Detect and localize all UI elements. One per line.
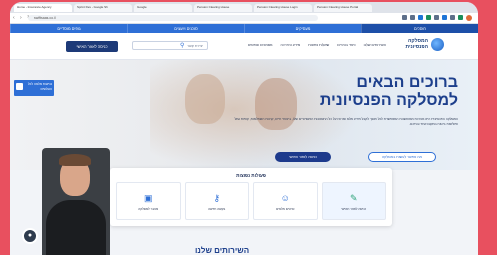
accessibility-badge[interactable]: נגישות מלאה לכל הגולשים: [14, 80, 54, 96]
chat-icon[interactable]: ●: [22, 228, 38, 244]
search-icon[interactable]: ⚲: [180, 42, 184, 49]
quick-action-label: כניסה לאזור האישי: [341, 207, 367, 211]
quick-actions-title: פעולות נפוצות: [236, 173, 266, 178]
quick-action-card[interactable]: ▣ מעבר למסלקה: [116, 182, 181, 220]
presenter-hair: [59, 154, 91, 166]
accessibility-badge-label: נגישות מלאה לכל הגולשים: [27, 82, 52, 91]
quick-action-card[interactable]: ✎ כניסה לאזור האישי: [321, 182, 386, 220]
browser-tab[interactable]: Pension Clearing House: [194, 3, 252, 12]
main-menu: השירותים שלנו כיצד בוחרים שאלות נפוצות מ…: [248, 43, 386, 47]
menu-item-info[interactable]: מידע והדרכה: [281, 43, 301, 47]
hero-primary-button[interactable]: כניסה לאזור האישי: [275, 152, 331, 162]
quick-action-label: בקשה חדשה: [208, 207, 226, 211]
logo-text: המסלקה הפנסיונית: [405, 38, 428, 50]
browser-tab[interactable]: Google: [134, 3, 192, 12]
category-tab-agents[interactable]: סוכנים ויועצים: [127, 24, 244, 33]
person-icon: ☺: [280, 193, 290, 203]
menu-item-how-to-choose[interactable]: כיצד בוחרים: [337, 43, 355, 47]
hero-secondary-button[interactable]: מה אפשר לעשות במסלקה: [368, 152, 436, 162]
extension-icon[interactable]: [410, 15, 415, 20]
extension-icon[interactable]: [458, 15, 463, 20]
quick-actions-list: ✎ כניסה לאזור האישי ☺ פרטים מלאים ⚷ בקשה…: [116, 182, 386, 220]
category-tab-savers[interactable]: חוסכים: [361, 24, 478, 33]
hero-title: ברוכים הבאים: [356, 74, 458, 91]
presenter-video-overlay: [42, 148, 110, 255]
browser-tab[interactable]: Pension Clearing House Portal: [314, 3, 372, 12]
quick-action-label: מעבר למסלקה: [138, 207, 159, 211]
category-tab-institutions[interactable]: גופים מוסדיים: [10, 24, 127, 33]
logo-mark-icon: [431, 38, 444, 51]
extension-icon[interactable]: [450, 15, 455, 20]
hero-title: למסלקה הפנסיונית: [319, 92, 458, 109]
audience-category-bar: חוסכים מעסיקים סוכנים ויועצים גופים מוסד…: [10, 24, 478, 33]
quick-action-label: פרטים מלאים: [276, 207, 295, 211]
menu-item-forms[interactable]: מסמכים וטפסים: [248, 43, 273, 47]
key-icon: ⚷: [213, 193, 221, 203]
address-bar-row: ‹ › ↻ swiftsaas.co.il: [10, 13, 478, 24]
browser-tab[interactable]: Home - Insurance Agency: [14, 3, 72, 12]
category-tab-employers[interactable]: מעסיקים: [244, 24, 361, 33]
section-title: השירותים שלנו: [195, 246, 250, 255]
extension-icon[interactable]: [434, 15, 439, 20]
profile-avatar-icon[interactable]: [466, 15, 472, 21]
extension-icon[interactable]: [426, 15, 431, 20]
extension-icon[interactable]: [442, 15, 447, 20]
quick-action-card[interactable]: ⚷ בקשה חדשה: [184, 182, 249, 220]
presenter-shirt: [46, 200, 106, 255]
menu-item-faq[interactable]: שאלות נפוצות: [308, 43, 329, 47]
hero-description: המסלקה הפנסיונית היא מערכת ממוחשבת המאפש…: [234, 117, 458, 126]
quick-action-card[interactable]: ☺ פרטים מלאים: [253, 182, 318, 220]
document-check-icon: ✎: [349, 193, 358, 203]
search-input[interactable]: יצירת קשר: [132, 41, 208, 50]
quick-actions-panel: פעולות נפוצות ✎ כניסה לאזור האישי ☺ פרטי…: [110, 168, 392, 226]
url-field[interactable]: swiftsaas.co.il: [28, 15, 318, 21]
site-logo[interactable]: המסלקה הפנסיונית: [406, 38, 444, 51]
browser-tab-strip: Home - Insurance Agency Sprint Dev - Goo…: [10, 2, 478, 13]
extensions-toolbar: [402, 15, 472, 21]
browser-tab[interactable]: Pension Clearing House Login: [254, 3, 312, 12]
login-button[interactable]: כניסה לאזור האישי: [66, 41, 118, 52]
briefcase-icon: ▣: [143, 193, 153, 203]
menu-item-services[interactable]: השירותים שלנו: [364, 43, 386, 47]
hero-photo-person: [185, 74, 225, 124]
browser-tab[interactable]: Sprint Dev - Google Sh: [74, 3, 132, 12]
extension-icon[interactable]: [418, 15, 423, 20]
site-header: המסלקה הפנסיונית השירותים שלנו כיצד בוחר…: [10, 33, 478, 60]
extension-icon[interactable]: [402, 15, 407, 20]
flag-icon: [16, 83, 23, 90]
logo-line-2: הפנסיונית: [405, 43, 428, 50]
